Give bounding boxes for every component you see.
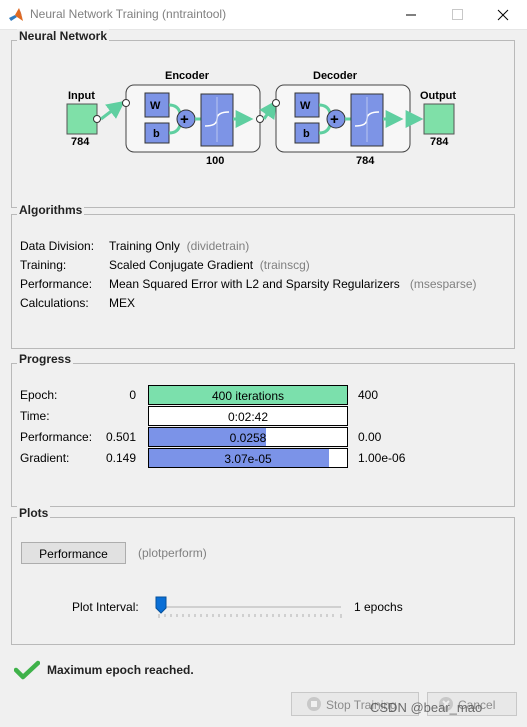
svg-text:+: +: [330, 111, 339, 128]
maximize-button[interactable]: [434, 0, 480, 30]
progress-bar-text: 0.0258: [229, 431, 267, 445]
algorithm-label: Data Division:: [20, 239, 95, 253]
plots-heading: Plots: [17, 506, 51, 520]
algorithm-value: Training Only (dividetrain): [109, 239, 250, 253]
plot-function-name: (plotperform): [138, 546, 207, 560]
window-title: Neural Network Training (nntraintool): [30, 7, 227, 21]
progress-end: 1.00e-06: [358, 451, 406, 465]
algorithms-panel: Algorithms Data Division: Training Only …: [11, 203, 515, 349]
input-box: [66, 103, 98, 135]
progress-row-time: Time: 0:02:42: [12, 406, 514, 426]
progress-row-epoch: Epoch: 0 400 iterations 400: [12, 385, 514, 405]
algorithm-label: Training:: [20, 258, 67, 272]
minimize-button[interactable]: [388, 0, 434, 30]
input-size: 784: [71, 136, 90, 148]
output-box: [423, 103, 455, 135]
progress-start: 0.149: [105, 451, 136, 465]
decoder-size: 784: [356, 155, 375, 167]
progress-label: Time:: [20, 409, 50, 423]
decoder-weight-label: W: [300, 100, 311, 112]
progress-end: 400: [358, 388, 379, 402]
svg-text:+: +: [180, 111, 189, 128]
progress-panel: Progress Epoch: 0 400 iterations 400 Tim…: [11, 352, 515, 507]
close-button[interactable]: [480, 0, 526, 30]
encoder-bias-label: b: [153, 128, 160, 140]
encoder-label: Encoder: [165, 70, 210, 82]
decoder-bias-label: b: [303, 128, 310, 140]
algorithm-label: Calculations:: [20, 296, 89, 310]
encoder-weight-label: W: [150, 100, 161, 112]
matlab-logo-icon: [9, 8, 23, 21]
progress-bar-text: 400 iterations: [211, 389, 285, 403]
output-label: Output: [420, 90, 456, 102]
plot-interval-label: Plot Interval:: [72, 600, 139, 614]
plot-interval-slider[interactable]: [155, 594, 345, 620]
progress-label: Performance:: [20, 430, 93, 444]
progress-label: Epoch:: [20, 388, 58, 402]
close-icon: [497, 9, 509, 21]
progress-heading: Progress: [17, 352, 74, 366]
slider-thumb-icon[interactable]: [155, 596, 167, 614]
plots-panel: Plots Performance (plotperform) Plot Int…: [11, 506, 515, 645]
output-size: 784: [430, 136, 449, 148]
progress-start: 0.501: [105, 430, 136, 444]
performance-plot-button[interactable]: Performance: [21, 542, 126, 564]
progress-bar-text: 0:02:42: [227, 410, 269, 424]
progress-bar: 0.0258: [148, 427, 348, 447]
progress-end: 0.00: [358, 430, 382, 444]
maximize-icon: [452, 9, 463, 20]
stop-icon: [307, 697, 321, 711]
decoder-label: Decoder: [313, 70, 358, 82]
progress-bar: 3.07e-05: [148, 448, 348, 468]
progress-bar: 0:02:42: [148, 406, 348, 426]
neural-network-panel: Neural Network Input 784 Encoder 100 Dec…: [11, 29, 515, 208]
progress-start: 0: [129, 388, 136, 402]
encoder-size: 100: [206, 155, 224, 167]
plot-interval-value: 1 epochs: [354, 600, 403, 614]
algorithms-heading: Algorithms: [17, 203, 85, 217]
network-diagram: Input 784 Encoder 100 Decoder 784 Output…: [66, 70, 456, 167]
algorithm-value: Scaled Conjugate Gradient (trainscg): [109, 258, 310, 272]
progress-label: Gradient:: [20, 451, 70, 465]
progress-row-gradient: Gradient: 0.149 3.07e-05 1.00e-06: [12, 448, 514, 468]
input-label: Input: [68, 90, 95, 102]
watermark: CSDN @bear_mao: [370, 700, 483, 715]
title-bar: Neural Network Training (nntraintool): [0, 0, 527, 30]
algorithm-value: MEX: [109, 296, 136, 310]
algorithm-label: Performance:: [20, 277, 93, 291]
algorithm-value: Mean Squared Error with L2 and Sparsity …: [109, 277, 477, 291]
progress-bar-text: 3.07e-05: [224, 452, 272, 466]
progress-row-performance: Performance: 0.501 0.0258 0.00: [12, 427, 514, 447]
checkmark-icon: [14, 660, 40, 680]
progress-bar: 400 iterations: [148, 385, 348, 405]
status-message: Maximum epoch reached.: [47, 663, 194, 677]
minimize-icon: [406, 14, 416, 16]
